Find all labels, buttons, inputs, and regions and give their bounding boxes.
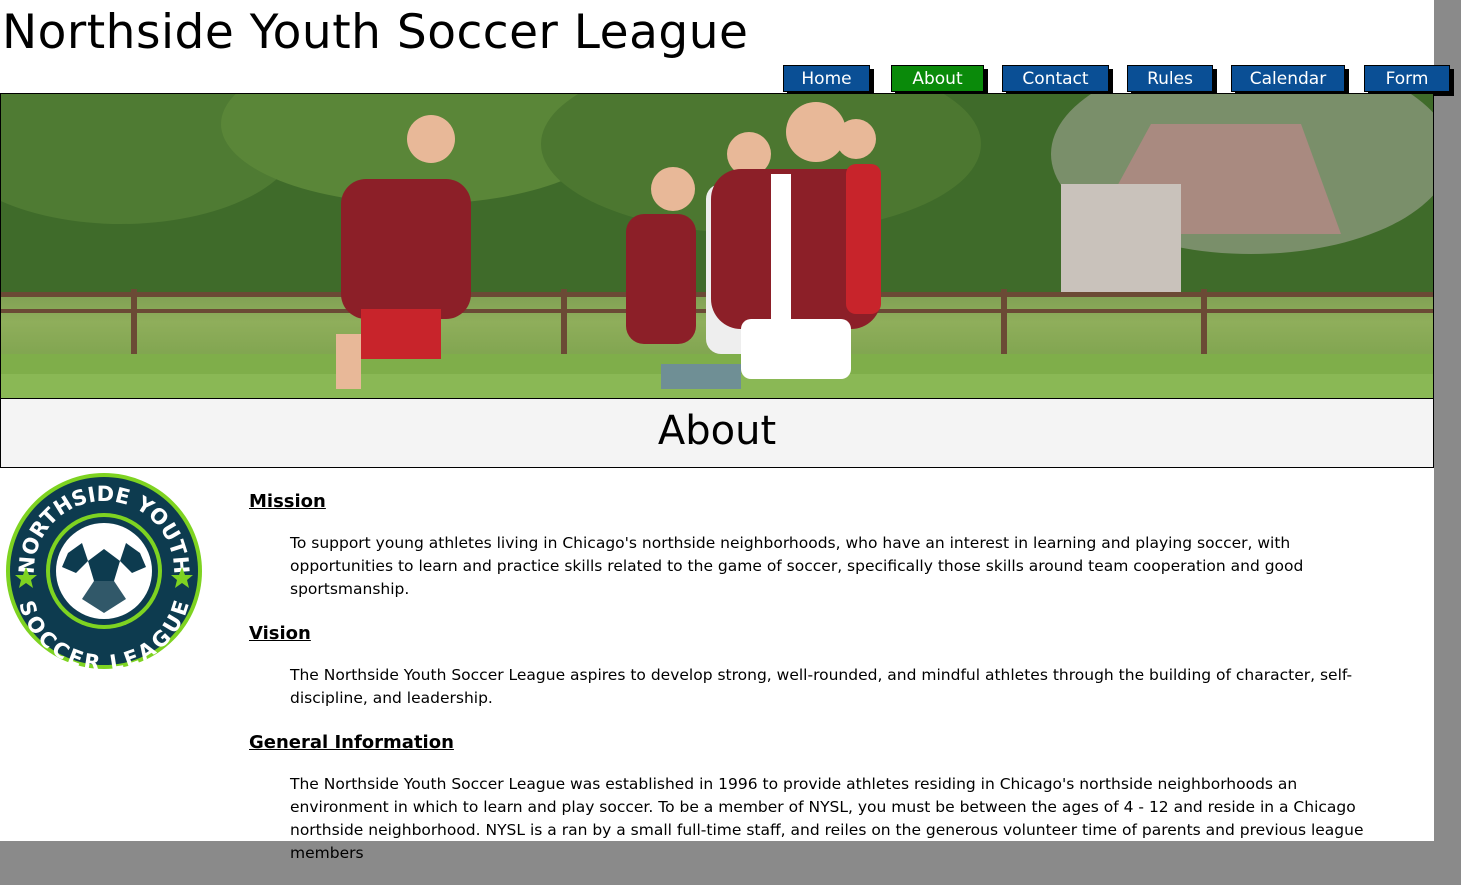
league-logo: NORTHSIDE YOUTH SOCCER LEAGUE: [6, 473, 202, 671]
section-text-mission: To support young athletes living in Chic…: [290, 534, 1304, 598]
site-title: Northside Youth Soccer League: [2, 5, 749, 60]
section-title-mission: Mission: [249, 491, 326, 512]
about-content: Mission To support young athletes living…: [249, 489, 1389, 885]
page-title: About: [657, 408, 777, 454]
page-heading-bar: About: [0, 398, 1434, 468]
nav-contact[interactable]: Contact: [1002, 65, 1109, 92]
nav-rules[interactable]: Rules: [1127, 65, 1213, 92]
section-text-vision: The Northside Youth Soccer League aspire…: [290, 666, 1353, 707]
section-title-vision: Vision: [249, 623, 311, 644]
section-title-general-information: General Information: [249, 732, 454, 753]
section-text-general-information: The Northside Youth Soccer League was es…: [290, 775, 1364, 862]
hero-photo-illustration: [1, 94, 1433, 398]
nav-calendar[interactable]: Calendar: [1231, 65, 1345, 92]
nav-about[interactable]: About: [891, 65, 984, 92]
hero-image: [0, 93, 1434, 399]
page: Northside Youth Soccer League Home About…: [0, 0, 1450, 862]
nav-form[interactable]: Form: [1364, 65, 1450, 92]
nav-home[interactable]: Home: [783, 65, 870, 92]
